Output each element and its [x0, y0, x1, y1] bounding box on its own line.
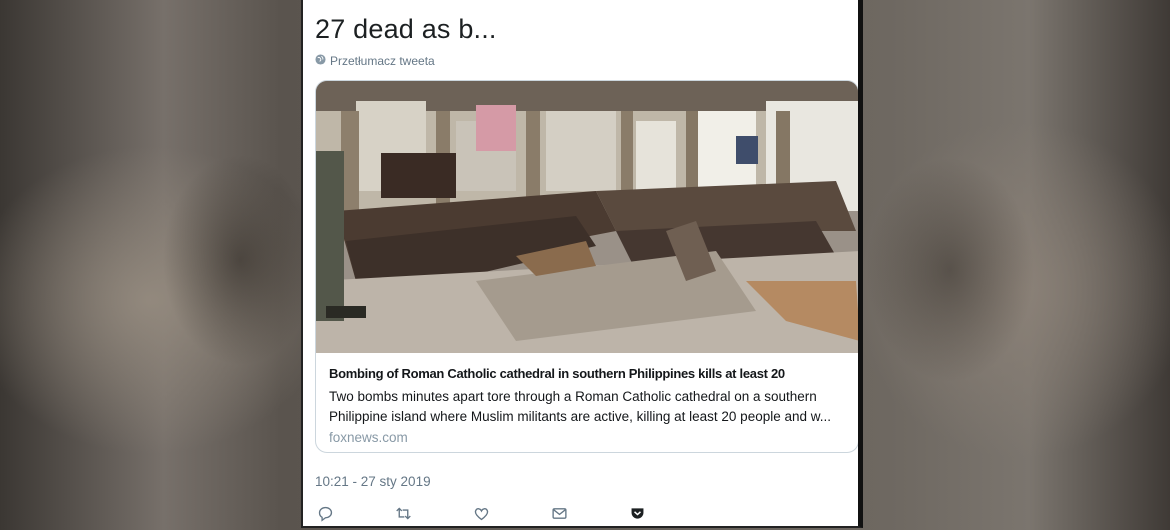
translate-tweet-link[interactable]: Przetłumacz tweeta [315, 54, 435, 68]
card-domain: foxnews.com [329, 430, 408, 445]
card-body: Bombing of Roman Catholic cathedral in s… [329, 366, 849, 445]
reply-icon [317, 506, 334, 526]
card-title: Bombing of Roman Catholic cathedral in s… [329, 366, 785, 381]
message-button[interactable] [551, 505, 571, 525]
link-card[interactable]: Bombing of Roman Catholic cathedral in s… [315, 80, 858, 453]
pocket-icon [629, 508, 646, 526]
globe-icon [315, 54, 326, 68]
like-icon [473, 508, 490, 526]
card-image [316, 81, 858, 353]
tweet-text: 27 dead as b... [315, 14, 497, 44]
retweet-icon [395, 507, 412, 526]
tweet-panel: 27 dead as b... Przetłumacz tweeta Bombi… [301, 0, 863, 528]
translate-label: Przetłumacz tweeta [330, 54, 435, 68]
message-icon [551, 508, 568, 526]
retweet-button[interactable] [395, 505, 415, 525]
tweet-timestamp[interactable]: 10:21 - 27 sty 2019 [315, 474, 431, 489]
like-button[interactable] [473, 505, 493, 525]
tweet-actions [315, 505, 855, 526]
reply-button[interactable] [317, 505, 337, 525]
pocket-button[interactable] [629, 505, 649, 525]
card-description: Two bombs minutes apart tore through a R… [329, 389, 832, 424]
